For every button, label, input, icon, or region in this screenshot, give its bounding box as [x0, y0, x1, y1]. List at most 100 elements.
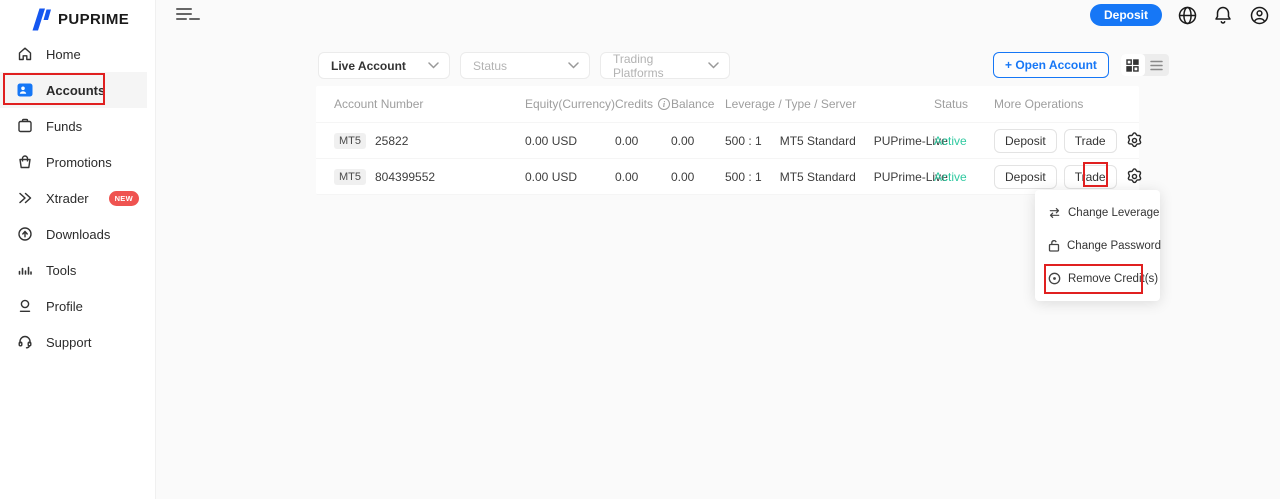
leverage-value: 500 : 1 [725, 170, 762, 184]
header-account-number: Account Number [334, 97, 525, 111]
sidebar-nav: Home Accounts Funds Promotions Xtrader [0, 36, 147, 360]
header-leverage: Leverage / Type / Server [725, 97, 934, 111]
profile-icon [17, 298, 33, 314]
downloads-icon [17, 226, 33, 242]
leverage-value: 500 : 1 [725, 134, 762, 148]
menu-item-label: Remove Credit(s) [1068, 273, 1158, 285]
gear-icon [1125, 167, 1144, 186]
accounts-icon [17, 82, 33, 98]
support-icon [17, 334, 33, 350]
sidebar-item-label: Support [46, 335, 92, 350]
account-number: 804399552 [375, 170, 435, 184]
deposit-button[interactable]: Deposit [1090, 4, 1162, 26]
collapse-menu-icon[interactable] [176, 8, 192, 22]
xtrader-icon [17, 190, 33, 206]
status-placeholder: Status [473, 59, 507, 73]
trading-platforms-select[interactable]: Trading Platforms [600, 52, 730, 79]
sidebar-item-downloads[interactable]: Downloads [0, 216, 147, 252]
platforms-placeholder: Trading Platforms [613, 52, 702, 80]
sidebar: PUPRIME Home Accounts Funds Promotions [0, 0, 156, 499]
table-row: MT5 804399552 0.00 USD 0.00 0.00 500 : 1… [316, 158, 1139, 194]
chevron-down-icon [708, 62, 719, 69]
language-globe-icon[interactable] [1177, 5, 1198, 26]
sidebar-item-support[interactable]: Support [0, 324, 147, 360]
row-trade-button[interactable]: Trade [1064, 165, 1117, 189]
balance-value: 0.00 [671, 134, 725, 148]
grid-view-button[interactable] [1121, 54, 1145, 76]
equity-value: 0.00 USD [525, 134, 615, 148]
equity-value: 0.00 USD [525, 170, 615, 184]
accounts-table: Account Number Equity(Currency) Credits … [316, 86, 1139, 195]
menu-item-label: Change Leverage [1068, 207, 1159, 219]
platform-badge: MT5 [334, 169, 366, 185]
list-view-icon [1150, 60, 1163, 71]
sidebar-item-label: Home [46, 47, 81, 62]
home-icon [17, 46, 33, 62]
sidebar-item-xtrader[interactable]: Xtrader NEW [0, 180, 147, 216]
row-settings-button[interactable] [1124, 166, 1146, 188]
menu-item-change-leverage[interactable]: Change Leverage [1035, 196, 1160, 229]
sidebar-item-label: Tools [46, 263, 76, 278]
row-trade-button[interactable]: Trade [1064, 129, 1117, 153]
menu-item-remove-credits[interactable]: Remove Credit(s) [1035, 262, 1160, 295]
menu-item-label: Change Password [1067, 240, 1161, 252]
row-deposit-button[interactable]: Deposit [994, 165, 1057, 189]
account-number: 25822 [375, 134, 408, 148]
sidebar-item-label: Accounts [46, 83, 105, 98]
open-account-button[interactable]: + Open Account [993, 52, 1109, 78]
table-controls: + Open Account [993, 52, 1169, 78]
change-leverage-icon [1048, 207, 1061, 219]
credits-value: 0.00 [615, 170, 671, 184]
sidebar-item-label: Xtrader [46, 191, 89, 206]
sidebar-item-label: Funds [46, 119, 82, 134]
table-row: MT5 25822 0.00 USD 0.00 0.00 500 : 1 MT5… [316, 122, 1139, 158]
promotions-icon [17, 154, 33, 170]
status-badge: Active [934, 134, 994, 148]
sidebar-item-label: Downloads [46, 227, 110, 242]
table-header-row: Account Number Equity(Currency) Credits … [316, 86, 1139, 122]
puprime-logo-icon [30, 8, 51, 31]
user-account-icon[interactable] [1249, 5, 1270, 26]
tools-icon [17, 262, 33, 278]
row-settings-context-menu: Change Leverage Change Password Remove C… [1035, 190, 1160, 301]
sidebar-item-profile[interactable]: Profile [0, 288, 147, 324]
sidebar-item-funds[interactable]: Funds [0, 108, 147, 144]
sidebar-item-tools[interactable]: Tools [0, 252, 147, 288]
sidebar-item-promotions[interactable]: Promotions [0, 144, 147, 180]
header-operations: More Operations [994, 97, 1139, 111]
gear-icon [1125, 131, 1144, 150]
brand-name: PUPRIME [58, 11, 129, 28]
filters-row: Live Account Status Trading Platforms [318, 52, 730, 79]
brand-logo[interactable]: PUPRIME [0, 0, 155, 30]
account-type: MT5 Standard [780, 134, 856, 148]
topbar: Deposit [156, 0, 1280, 32]
credits-info-icon[interactable]: i [658, 98, 670, 110]
sidebar-item-accounts[interactable]: Accounts [0, 72, 147, 108]
notifications-bell-icon[interactable] [1213, 5, 1234, 26]
grid-view-icon [1126, 59, 1139, 72]
account-type-value: Live Account [331, 59, 406, 73]
credits-value: 0.00 [615, 134, 671, 148]
row-deposit-button[interactable]: Deposit [994, 129, 1057, 153]
header-balance: Balance [671, 97, 725, 111]
balance-value: 0.00 [671, 170, 725, 184]
platform-badge: MT5 [334, 133, 366, 149]
row-settings-button[interactable] [1124, 130, 1146, 152]
sidebar-item-label: Profile [46, 299, 83, 314]
menu-item-change-password[interactable]: Change Password [1035, 229, 1160, 262]
chevron-down-icon [568, 62, 579, 69]
header-equity: Equity(Currency) [525, 97, 615, 111]
status-badge: Active [934, 170, 994, 184]
view-toggle [1121, 54, 1169, 76]
account-type-select[interactable]: Live Account [318, 52, 450, 79]
sidebar-item-label: Promotions [46, 155, 112, 170]
header-credits: Credits [615, 97, 653, 111]
account-type: MT5 Standard [780, 170, 856, 184]
remove-credits-icon [1048, 272, 1061, 285]
list-view-button[interactable] [1145, 54, 1169, 76]
sidebar-item-home[interactable]: Home [0, 36, 147, 72]
new-badge: NEW [109, 191, 139, 206]
status-select[interactable]: Status [460, 52, 590, 79]
funds-icon [17, 118, 33, 134]
header-status: Status [934, 97, 994, 111]
